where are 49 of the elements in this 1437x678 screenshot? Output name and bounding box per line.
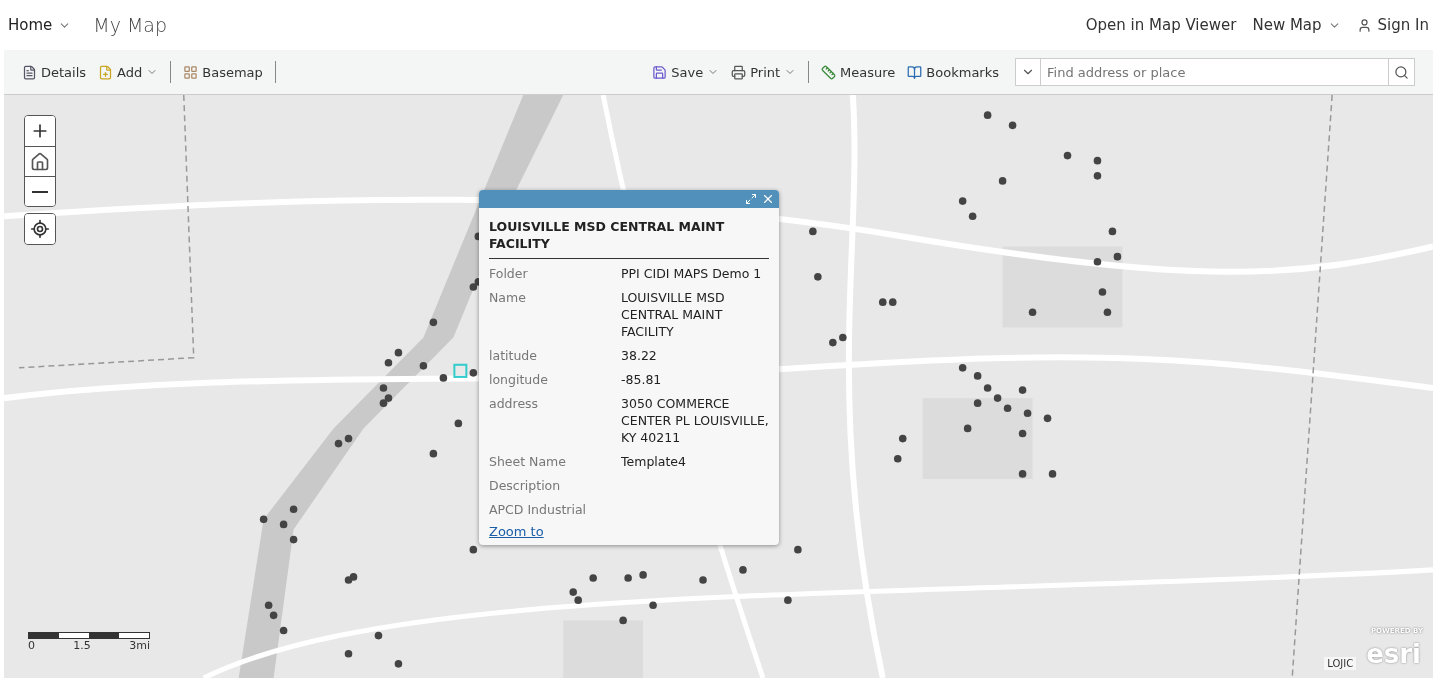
field-label: latitude	[489, 347, 538, 364]
scale-label: 0	[28, 639, 35, 652]
new-map-menu[interactable]: New Map	[1252, 16, 1341, 34]
home-menu[interactable]: Home	[8, 16, 72, 34]
field-label: longitude	[489, 371, 549, 388]
field-value: 38.22	[621, 347, 658, 364]
sign-in-link[interactable]: Sign In	[1356, 16, 1429, 34]
search-button[interactable]	[1389, 58, 1415, 86]
search-icon	[1394, 64, 1409, 80]
toolbar-button[interactable]: Add	[98, 64, 159, 80]
toolbar-button[interactable]: Details	[22, 64, 87, 80]
field-label: APCD Industrial	[489, 501, 588, 518]
toolbar-button[interactable]: Bookmarks	[907, 64, 999, 80]
grid-icon	[183, 64, 199, 80]
add-file-icon	[98, 64, 114, 80]
document-icon	[22, 64, 37, 80]
map-title: My Map	[93, 14, 168, 36]
toolbar-button[interactable]: Measure	[821, 64, 896, 80]
scale-label: 1.5	[73, 639, 91, 652]
field-value: -85.81	[621, 371, 663, 388]
field-label: Folder	[489, 265, 529, 282]
field-value: PPI CIDI MAPS Demo 1	[621, 265, 763, 282]
minus-icon	[32, 190, 48, 193]
scale-label: 3mi	[129, 639, 150, 652]
printer-icon	[731, 64, 747, 80]
user-icon	[1356, 17, 1372, 33]
header-link[interactable]: Open in Map Viewer	[1085, 16, 1237, 34]
popup-title: LOUISVILLE MSD CENTRAL MAINT FACILITY	[489, 218, 769, 259]
ruler-icon	[821, 64, 837, 80]
locate-button[interactable]	[25, 214, 55, 244]
toolbar-button[interactable]: Basemap	[183, 64, 263, 80]
field-label: Description	[489, 477, 562, 494]
field-label: Name	[489, 289, 527, 307]
attribution-text: LOJIC	[1324, 657, 1357, 670]
toolbar-button[interactable]: Save	[652, 64, 720, 80]
zoom-to-link[interactable]: Zoom to	[479, 524, 779, 545]
toolbar-button[interactable]: Print	[731, 64, 797, 80]
close-icon[interactable]	[761, 192, 775, 206]
book-icon	[907, 64, 923, 80]
search-field[interactable]: Find address or place	[1041, 58, 1389, 86]
field-label: Sheet Name	[489, 453, 567, 470]
zoom-out-button[interactable]	[25, 176, 55, 206]
field-value: LOUISVILLE MSD CENTRAL MAINT FACILITY	[621, 289, 726, 340]
house-icon	[30, 151, 50, 172]
maximize-icon[interactable]	[745, 193, 757, 205]
field-value: 3050 COMMERCE CENTER PL LOUISVILLE, KY 40211	[621, 395, 769, 446]
crosshair-icon	[30, 219, 50, 239]
field-label: address	[489, 395, 540, 413]
field-value: Template4	[621, 453, 687, 470]
